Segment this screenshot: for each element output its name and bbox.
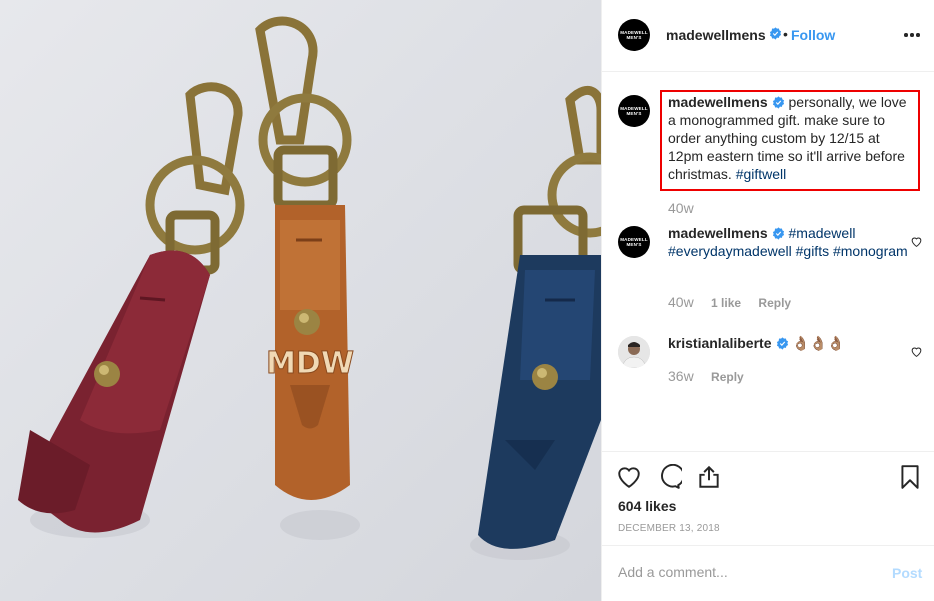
- comment-username[interactable]: madewellmens: [668, 225, 768, 241]
- monogram-stamp: MDW: [266, 346, 354, 381]
- avatar[interactable]: [618, 336, 650, 368]
- verified-badge-icon: [772, 96, 784, 109]
- verified-badge-icon: [776, 337, 788, 350]
- hashtag-link[interactable]: #gifts: [796, 243, 829, 259]
- comment-meta: 40w: [668, 200, 694, 216]
- hashtag-link[interactable]: #everydaymadewell: [668, 243, 792, 259]
- comment-age[interactable]: 40w: [668, 200, 694, 216]
- hashtag-link[interactable]: #madewell: [789, 225, 856, 241]
- follow-button[interactable]: Follow: [791, 27, 835, 43]
- comment-age[interactable]: 36w: [668, 368, 694, 384]
- comment-username[interactable]: madewellmens: [668, 94, 768, 110]
- separator-dot: •: [783, 26, 788, 42]
- add-comment-input[interactable]: [618, 564, 878, 580]
- likes-count[interactable]: 604 likes: [618, 498, 676, 514]
- avatar[interactable]: MADEWELL MEN'S: [618, 19, 650, 51]
- comment-likes[interactable]: 1 like: [711, 296, 741, 310]
- comment-meta: 36w Reply: [668, 368, 744, 384]
- verified-badge-icon: [772, 227, 784, 240]
- add-comment-bar: Post: [602, 545, 934, 601]
- comments-list: MADEWELL MEN'S madewellmens personally, w…: [602, 73, 934, 450]
- comment-age[interactable]: 40w: [668, 294, 694, 310]
- hashtag-link[interactable]: #monogram: [833, 243, 908, 259]
- hashtag-link[interactable]: #giftwell: [736, 166, 787, 182]
- post-photo[interactable]: MDW: [0, 0, 601, 601]
- reply-button[interactable]: Reply: [711, 370, 744, 384]
- more-options-icon[interactable]: [902, 26, 922, 42]
- post-date[interactable]: DECEMBER 13, 2018: [618, 523, 720, 534]
- author-username[interactable]: madewellmens: [666, 27, 766, 43]
- tan-keychain: MDW: [255, 16, 354, 500]
- comment-username[interactable]: kristianlaliberte: [668, 335, 772, 351]
- post-details-panel: MADEWELL MEN'S madewellmens • Follow MAD…: [601, 0, 934, 601]
- comment-body: madewellmens #madewell #everydaymadewell…: [668, 224, 916, 260]
- avatar[interactable]: MADEWELL MEN'S: [618, 95, 650, 127]
- keychains-illustration: MDW: [18, 16, 601, 560]
- comment-meta: 40w 1 like Reply: [668, 294, 791, 310]
- navy-keychain: [478, 85, 601, 549]
- like-comment-icon[interactable]: [910, 345, 923, 358]
- avatar[interactable]: MADEWELL MEN'S: [618, 226, 650, 258]
- comment-body: kristianlaliberte 👌🏽👌🏽👌🏽: [668, 334, 916, 352]
- comment-text: 👌🏽👌🏽👌🏽: [792, 335, 845, 351]
- bookmark-icon[interactable]: [897, 464, 923, 490]
- share-icon[interactable]: [696, 464, 722, 490]
- post-header: MADEWELL MEN'S madewellmens • Follow: [602, 0, 934, 72]
- post-button[interactable]: Post: [892, 565, 922, 581]
- burgundy-keychain: [18, 82, 245, 533]
- comment-icon[interactable]: [656, 464, 682, 490]
- like-comment-icon[interactable]: [910, 235, 923, 248]
- caption-text: madewellmens personally, we love a monog…: [668, 93, 916, 183]
- reply-button[interactable]: Reply: [758, 296, 791, 310]
- post-actions: 604 likes DECEMBER 13, 2018: [602, 451, 934, 545]
- verified-badge-icon: [769, 27, 782, 40]
- heart-icon[interactable]: [616, 464, 642, 490]
